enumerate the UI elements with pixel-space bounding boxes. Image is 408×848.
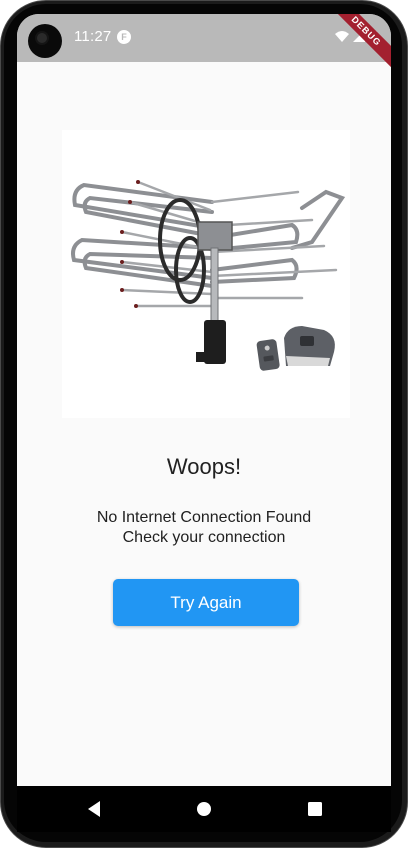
tv-antenna-icon <box>62 130 350 418</box>
error-message-line-2: Check your connection <box>122 529 286 546</box>
back-icon[interactable] <box>83 797 107 821</box>
error-message: No Internet Connection Found Check your … <box>17 508 391 548</box>
remote-control <box>256 339 280 371</box>
camera-cutout <box>28 24 62 58</box>
notification-icon-letter: F <box>121 32 127 42</box>
phone-device: 11:27 F DEBUG Woops! No Internet Connect… <box>0 0 408 848</box>
page-title: Woops! <box>166 454 242 479</box>
recents-icon[interactable] <box>303 797 327 821</box>
error-message-line-1: No Internet Connection Found <box>96 509 312 526</box>
wifi-icon <box>335 31 349 42</box>
phone-screen: 11:27 F DEBUG Woops! No Internet Connect… <box>17 14 391 832</box>
antenna-mount <box>197 221 233 251</box>
flutter-notification-icon: F <box>117 30 131 44</box>
home-icon[interactable] <box>192 797 216 821</box>
antenna-mast <box>210 247 219 329</box>
control-box <box>284 326 335 366</box>
no-connection-page: Woops! No Internet Connection Found Chec… <box>17 62 391 786</box>
try-again-button[interactable]: Try Again <box>113 579 299 626</box>
antenna-center-frame <box>158 198 206 304</box>
status-bar: 11:27 F DEBUG <box>17 14 391 76</box>
antenna-illustration <box>71 180 346 371</box>
android-nav-bar <box>17 786 391 832</box>
status-time: 11:27 <box>74 28 112 45</box>
